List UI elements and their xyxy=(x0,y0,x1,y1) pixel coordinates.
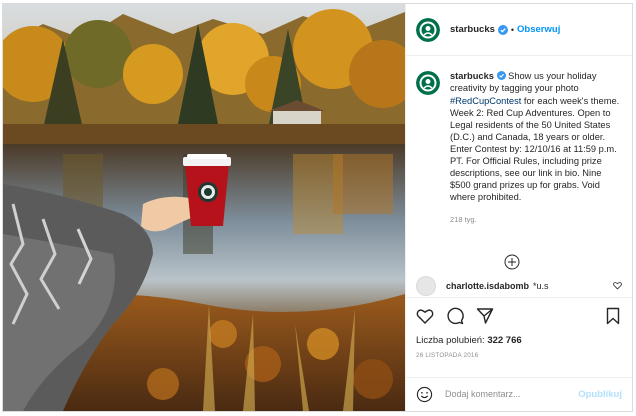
add-comment-bar: Opublikuj xyxy=(406,376,632,411)
comment-username[interactable]: charlotte.isdabomb xyxy=(446,281,529,291)
starbucks-logo-icon[interactable] xyxy=(416,17,440,42)
likes-label: Liczba polubień: xyxy=(416,334,485,346)
separator-dot: • xyxy=(510,24,515,35)
caption-hashtag-link[interactable]: #RedCupContest xyxy=(450,96,521,106)
instagram-post: starbucks • Obserwuj starbucks Show us y… xyxy=(2,3,633,412)
share-icon[interactable] xyxy=(476,307,494,325)
caption-username[interactable]: starbucks xyxy=(450,71,494,81)
caption-body-end: for each week's theme. Week 2: Red Cup A… xyxy=(450,95,620,203)
comment-icon[interactable] xyxy=(446,307,464,325)
follow-button[interactable]: Obserwuj xyxy=(517,24,560,35)
likes-count: 322 766 xyxy=(487,334,522,346)
post-date: 26 LISTOPADA 2016 xyxy=(416,351,479,359)
heart-icon[interactable] xyxy=(416,307,434,325)
load-more-icon[interactable] xyxy=(504,254,520,270)
comment-input[interactable] xyxy=(445,389,575,400)
caption-text: starbucks Show us your holiday creativit… xyxy=(450,70,620,203)
caption-row: starbucks Show us your holiday creativit… xyxy=(416,70,622,203)
verified-badge-icon xyxy=(496,71,506,81)
post-side-panel: starbucks • Obserwuj starbucks Show us y… xyxy=(405,4,632,411)
caption-age: 218 tyg. xyxy=(450,215,477,225)
likes-summary[interactable]: Liczba polubień: 322 766 xyxy=(416,335,622,346)
caption-section: starbucks Show us your holiday creativit… xyxy=(406,56,632,273)
autumn-lake-photo xyxy=(3,4,405,411)
post-author-username[interactable]: starbucks xyxy=(450,24,495,35)
bookmark-icon[interactable] xyxy=(604,307,622,325)
post-actions: Liczba polubień: 322 766 26 LISTOPADA 20… xyxy=(406,296,632,377)
publish-comment-button[interactable]: Opublikuj xyxy=(578,389,622,400)
starbucks-logo-icon[interactable] xyxy=(416,71,440,96)
action-icons xyxy=(416,305,622,327)
emoji-icon[interactable] xyxy=(416,386,433,403)
avatar[interactable] xyxy=(416,275,436,296)
post-header: starbucks • Obserwuj xyxy=(406,4,632,57)
comment-row: charlotte.isdabomb *u.s xyxy=(406,274,632,297)
verified-badge-icon xyxy=(497,24,508,35)
heart-icon[interactable] xyxy=(613,281,622,290)
post-photo[interactable] xyxy=(3,4,405,411)
comment-text: *u.s xyxy=(533,280,549,291)
